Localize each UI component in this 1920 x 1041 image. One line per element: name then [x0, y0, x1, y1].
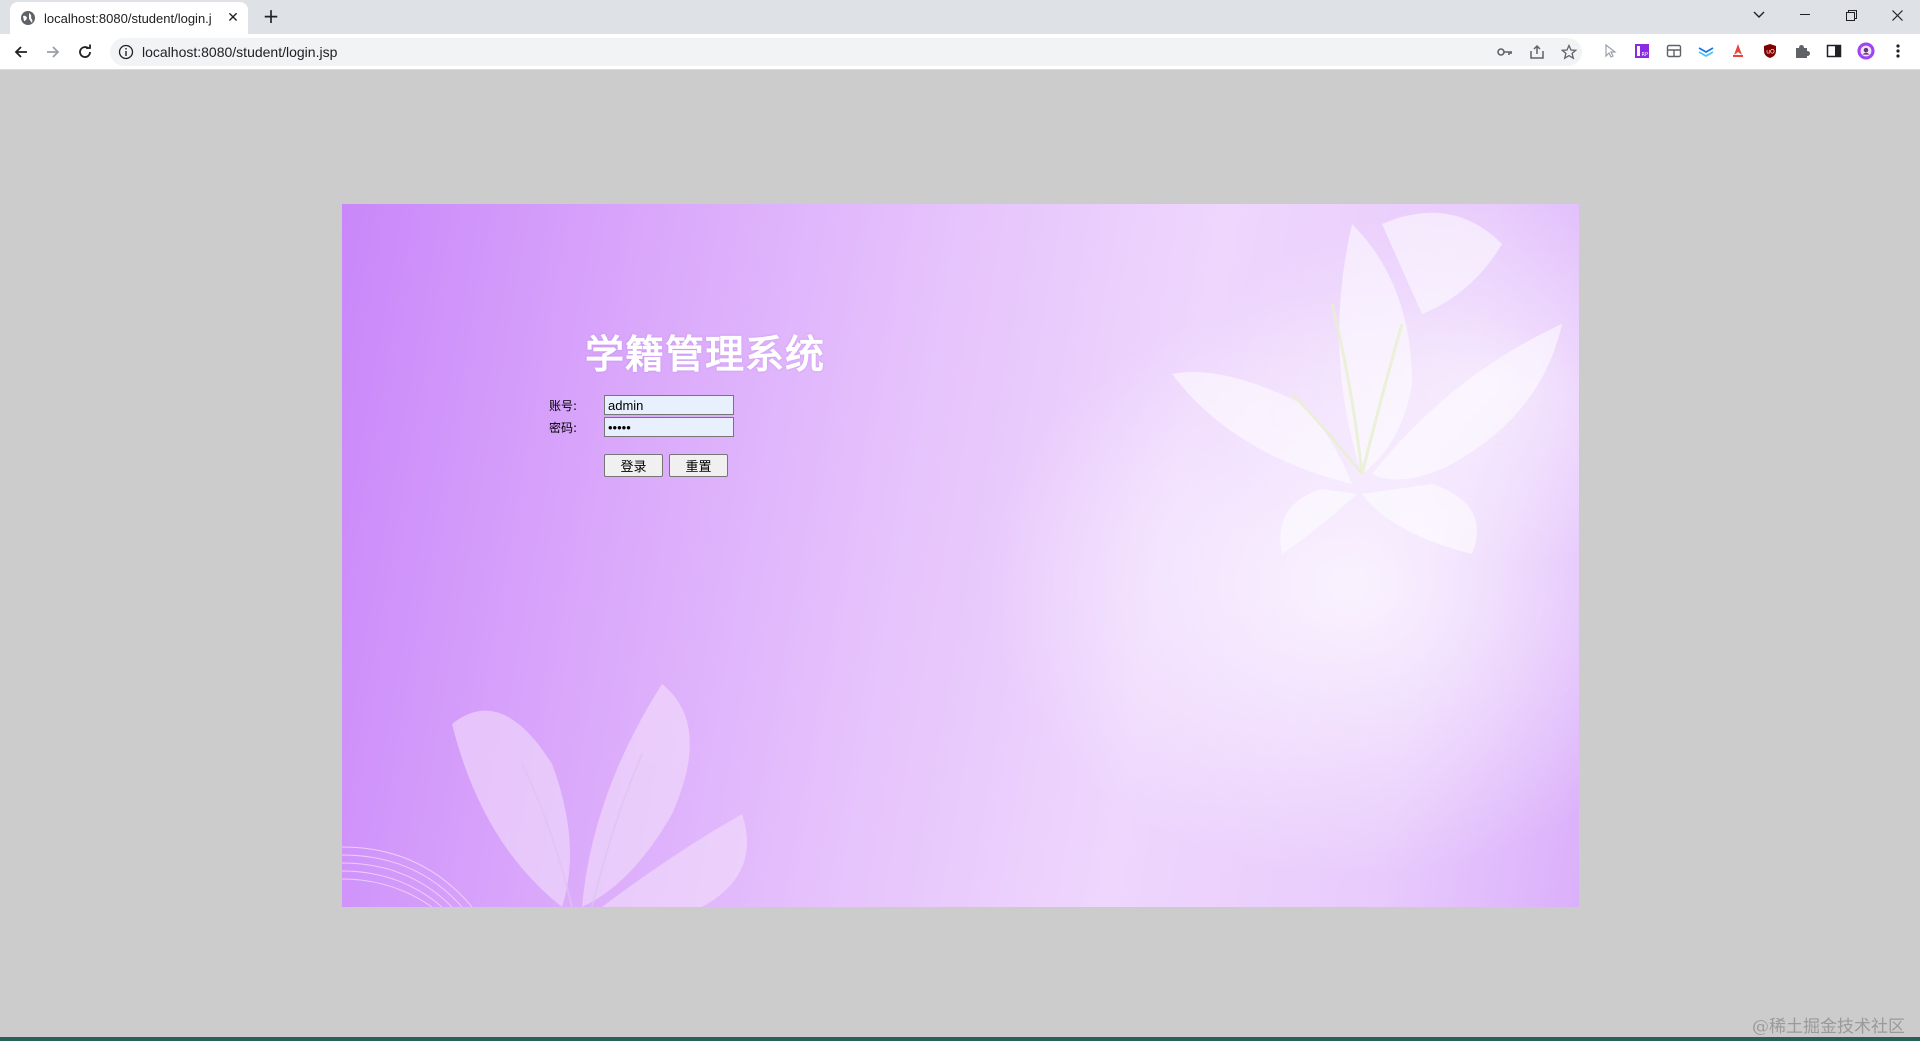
browser-tab[interactable]: localhost:8080/student/login.j ✕: [10, 2, 248, 34]
chevron-down-icon: [1753, 11, 1765, 18]
password-label: 密码:: [549, 421, 578, 435]
account-label: 账号:: [549, 399, 578, 413]
svg-text:uO: uO: [1766, 49, 1775, 56]
watermark-text: @稀土掘金技术社区: [1752, 1017, 1905, 1037]
key-icon[interactable]: [1496, 43, 1514, 61]
layers-extension-icon[interactable]: [1697, 42, 1715, 60]
restore-icon: [1845, 9, 1857, 21]
login-button[interactable]: 登录: [604, 454, 663, 477]
reset-button[interactable]: 重置: [669, 454, 728, 477]
account-input[interactable]: [604, 395, 734, 415]
lily-flower-decoration: [1172, 212, 1562, 554]
tab-search-button[interactable]: [1736, 0, 1782, 30]
address-bar[interactable]: localhost:8080/student/login.jsp: [110, 38, 1582, 66]
system-title: 学籍管理系统: [585, 333, 826, 378]
arrow-right-icon: [47, 46, 60, 58]
info-icon[interactable]: [118, 44, 134, 60]
minimize-button[interactable]: [1782, 0, 1828, 30]
reload-icon: [79, 44, 91, 58]
tab-close-icon[interactable]: ✕: [224, 9, 242, 27]
arc-lines-decoration: [342, 846, 473, 907]
puzzle-icon[interactable]: [1793, 42, 1811, 60]
tab-title: localhost:8080/student/login.j: [44, 11, 212, 26]
restore-button[interactable]: [1828, 0, 1874, 30]
more-menu-icon[interactable]: [1889, 42, 1907, 60]
close-window-button[interactable]: [1874, 0, 1920, 30]
lily-flower-decoration-bottom: [452, 684, 747, 907]
globe-icon: [21, 11, 35, 25]
password-input[interactable]: [604, 417, 734, 437]
reload-button[interactable]: [73, 40, 97, 64]
grid-extension-icon[interactable]: [1665, 42, 1683, 60]
login-panel: 学籍管理系统 账号: 密码: 登录 重置: [342, 204, 1579, 907]
minimize-icon: [1800, 14, 1810, 15]
share-icon[interactable]: [1528, 43, 1546, 61]
new-tab-button[interactable]: +: [260, 6, 282, 28]
sidepanel-icon[interactable]: [1825, 42, 1843, 60]
back-button[interactable]: [9, 40, 33, 64]
profile-avatar[interactable]: [1857, 42, 1875, 60]
url-text: localhost:8080/student/login.jsp: [142, 44, 338, 60]
taskbar-edge: [0, 1037, 1920, 1041]
flame-extension-icon[interactable]: [1729, 42, 1747, 60]
svg-text:RP: RP: [1642, 52, 1649, 58]
arrow-left-icon: [14, 46, 27, 58]
tab-strip: localhost:8080/student/login.j ✕ +: [0, 0, 1920, 34]
bookmark-star-icon[interactable]: [1560, 43, 1578, 61]
forward-button[interactable]: [41, 40, 65, 64]
browser-toolbar: localhost:8080/student/login.jsp RP uO: [0, 34, 1920, 70]
cursor-extension-icon[interactable]: [1601, 42, 1619, 60]
page-viewport: 学籍管理系统 账号: 密码: 登录 重置: [0, 71, 1920, 1041]
close-icon: [1891, 9, 1903, 21]
rp-extension-icon[interactable]: RP: [1633, 42, 1651, 60]
ublock-icon[interactable]: uO: [1761, 42, 1779, 60]
